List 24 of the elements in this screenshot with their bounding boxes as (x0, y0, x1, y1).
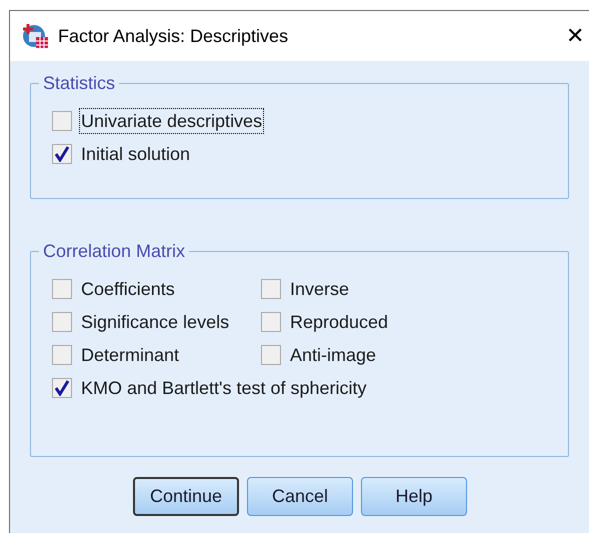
checkbox-label[interactable]: Significance levels (80, 310, 230, 334)
app-icon (22, 22, 50, 50)
checkbox-label[interactable]: Anti-image (289, 343, 378, 367)
checkbox[interactable] (261, 312, 281, 332)
checkbox[interactable] (52, 345, 72, 365)
checkbox-label[interactable]: Inverse (289, 277, 350, 301)
checkbox[interactable] (52, 279, 72, 299)
checkbox-label[interactable]: Initial solution (80, 142, 192, 166)
checkbox-label[interactable]: Coefficients (80, 277, 176, 301)
checkbox[interactable] (52, 378, 72, 398)
dialog-button[interactable]: Help (361, 477, 467, 516)
dialog-button[interactable]: Cancel (247, 477, 353, 516)
checkbox[interactable] (261, 279, 281, 299)
checkbox[interactable] (52, 312, 72, 332)
checkbox-label[interactable]: Univariate descriptives (80, 109, 264, 133)
checkbox[interactable] (52, 144, 72, 164)
checkbox-label[interactable]: Reproduced (289, 310, 390, 334)
close-button[interactable]: ✕ (566, 25, 584, 47)
checkbox[interactable] (261, 345, 281, 365)
dialog-button[interactable]: Continue (133, 477, 239, 516)
checkbox-label[interactable]: KMO and Bartlett's test of sphericity (80, 376, 368, 400)
window-title: Factor Analysis: Descriptives (58, 24, 288, 48)
checkbox-label[interactable]: Determinant (80, 343, 180, 367)
checkbox[interactable] (52, 111, 72, 131)
